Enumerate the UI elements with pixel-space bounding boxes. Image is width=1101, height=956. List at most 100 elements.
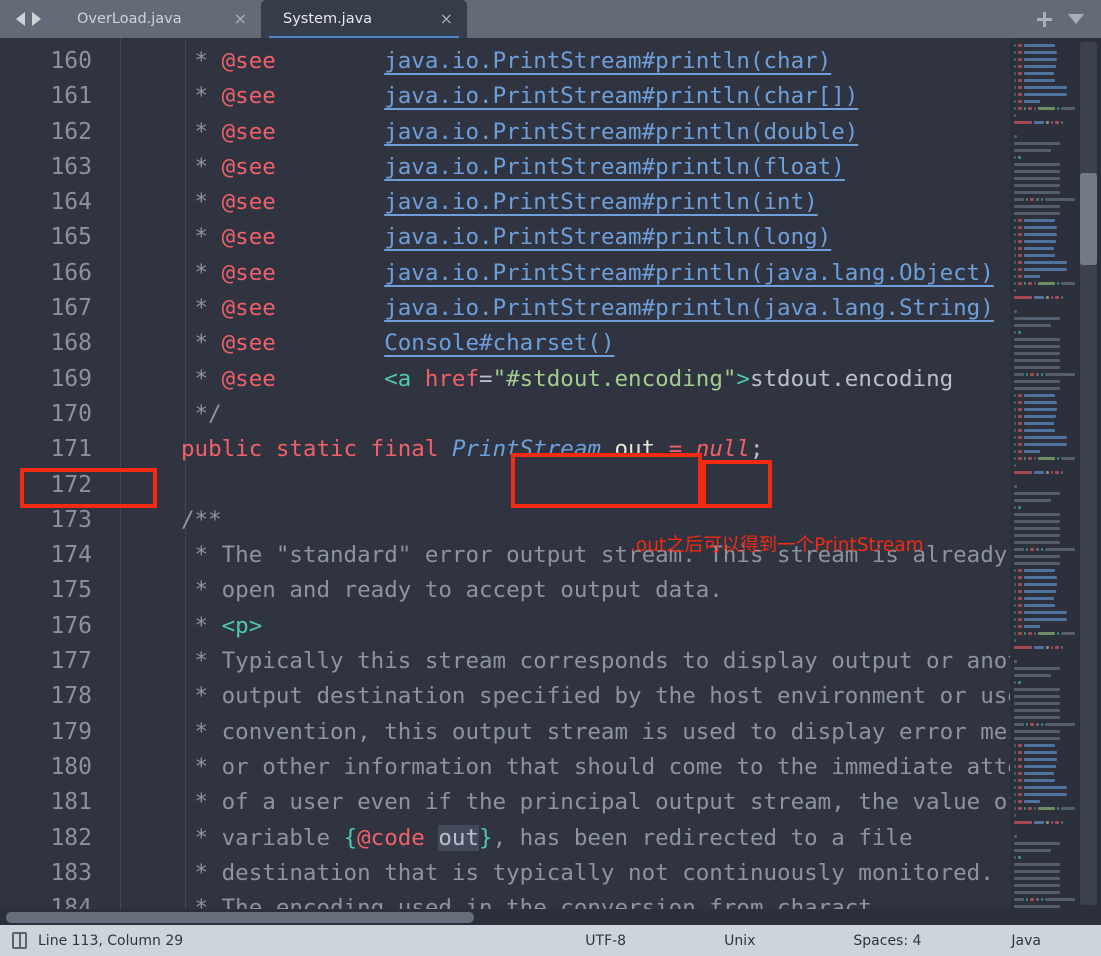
- line-number: 162: [50, 118, 92, 145]
- minimap-segment: [1023, 226, 1058, 229]
- code-line[interactable]: * Typically this stream corresponds to d…: [160, 644, 1101, 679]
- minimap-segment: [1014, 72, 1016, 75]
- code-line[interactable]: * of a user even if the principal output…: [160, 785, 1101, 820]
- close-icon[interactable]: ×: [440, 11, 453, 27]
- line-number: 170: [50, 400, 92, 427]
- minimap-segment: [1014, 807, 1016, 810]
- minimap-row: [1014, 329, 1079, 336]
- minimap-segment: [1018, 394, 1022, 397]
- minimap-scroll-track[interactable]: [1080, 42, 1097, 905]
- minimap-row: [1014, 91, 1079, 98]
- editor-window: OverLoad.java × System.java × 160 161 162 1…: [0, 0, 1101, 956]
- code-token: , has been redirected to a file: [492, 824, 913, 851]
- minimap-segment: [1023, 457, 1026, 460]
- code-token: *: [181, 224, 222, 251]
- minimap-segment: [1014, 275, 1016, 278]
- code-line[interactable]: [160, 468, 1101, 503]
- code-line[interactable]: * @see java.io.PrintStream#println(char[…: [160, 79, 1101, 114]
- minimap-scroll-thumb[interactable]: [1080, 173, 1097, 265]
- tab-system-java[interactable]: System.java ×: [261, 0, 467, 38]
- code-line[interactable]: * @see java.io.PrintStream#println(int): [160, 185, 1101, 220]
- minimap-segment: [1014, 436, 1016, 439]
- status-language[interactable]: Java: [1011, 933, 1041, 949]
- code-token: @code: [357, 824, 425, 851]
- code-line[interactable]: * @see java.io.PrintStream#println(float…: [160, 150, 1101, 185]
- minimap-segment: [1023, 51, 1058, 54]
- minimap-segment: [1014, 198, 1024, 201]
- minimap-row: [1014, 385, 1079, 392]
- code-line[interactable]: */: [160, 397, 1101, 432]
- code-line[interactable]: * <p>: [160, 609, 1101, 644]
- code-line[interactable]: * open and ready to accept output data.: [160, 573, 1101, 608]
- code-token: java.io.PrintStream#println(int): [384, 189, 818, 216]
- horizontal-scrollbar[interactable]: [0, 909, 1101, 925]
- code-token: java.io.PrintStream#println(char[]): [384, 83, 859, 110]
- minimap-segment: [1027, 107, 1032, 110]
- line-number: 174: [50, 542, 92, 569]
- code-content[interactable]: * @see java.io.PrintStream#println(char)…: [160, 38, 1101, 909]
- minimap-row: [1014, 658, 1079, 665]
- minimap-segment: [1023, 408, 1058, 411]
- tab-label: System.java: [283, 11, 373, 27]
- minimap-segment: [1014, 709, 1060, 712]
- minimap-segment: [1014, 58, 1016, 61]
- minimap-segment: [1018, 604, 1022, 607]
- book-icon[interactable]: [12, 932, 27, 949]
- status-encoding[interactable]: UTF-8: [585, 933, 626, 949]
- code-line[interactable]: public static final PrintStream out = nu…: [160, 432, 1101, 467]
- code-token: PrintStream: [451, 436, 601, 463]
- code-line[interactable]: * output destination specified by the ho…: [160, 679, 1101, 714]
- code-line[interactable]: * @see java.io.PrintStream#println(long): [160, 220, 1101, 255]
- code-line[interactable]: * @see Console#charset(): [160, 326, 1101, 361]
- code-line[interactable]: * @see <a href="#stdout.encoding">stdout…: [160, 362, 1101, 397]
- minimap-segment: [1051, 821, 1054, 824]
- code-token: * of a user even if the principal output…: [181, 789, 1021, 816]
- code-line[interactable]: * or other information that should come …: [160, 750, 1101, 785]
- status-line-ending[interactable]: Unix: [724, 933, 755, 949]
- minimap-segment: [1034, 471, 1045, 474]
- minimap-segment: [1014, 387, 1060, 390]
- minimap-segment: [1018, 156, 1021, 159]
- horizontal-scrollbar-thumb[interactable]: [6, 912, 474, 923]
- plus-icon[interactable]: [1036, 11, 1052, 27]
- minimap-segment: [1014, 870, 1060, 873]
- minimap-row: [1014, 581, 1079, 588]
- minimap-segment: [1014, 485, 1017, 488]
- code-line[interactable]: * @see java.io.PrintStream#println(char): [160, 44, 1101, 79]
- minimap-segment: [1014, 79, 1016, 82]
- minimap-segment: [1014, 415, 1016, 418]
- status-indentation[interactable]: Spaces: 4: [853, 933, 921, 949]
- code-line[interactable]: * @see java.io.PrintStream#println(java.…: [160, 256, 1101, 291]
- chevron-down-icon[interactable]: [1068, 14, 1084, 24]
- code-line[interactable]: * @see java.io.PrintStream#println(doubl…: [160, 115, 1101, 150]
- minimap-segment: [1018, 506, 1021, 509]
- minimap-segment: [1014, 849, 1052, 852]
- code-token: @see: [221, 153, 276, 180]
- minimap-row: [1014, 637, 1079, 644]
- code-minimap[interactable]: [1010, 38, 1101, 909]
- minimap-segment: [1014, 520, 1060, 523]
- code-line[interactable]: * destination that is typically not cont…: [160, 856, 1101, 891]
- tab-label: OverLoad.java: [77, 11, 182, 27]
- code-token: java.io.PrintStream#println(java.lang.Ob…: [384, 259, 994, 286]
- minimap-row: [1014, 378, 1079, 385]
- code-token: out: [438, 824, 480, 851]
- minimap-segment: [1014, 800, 1016, 803]
- minimap-segment: [1023, 450, 1040, 453]
- code-line[interactable]: * @see java.io.PrintStream#println(java.…: [160, 291, 1101, 326]
- arrow-left-icon[interactable]: [16, 12, 25, 26]
- code-line[interactable]: * variable {@code out}, has been redirec…: [160, 821, 1101, 856]
- minimap-segment: [1014, 786, 1016, 789]
- minimap-segment: [1041, 198, 1044, 201]
- minimap-segment: [1061, 821, 1064, 824]
- close-icon[interactable]: ×: [234, 11, 247, 27]
- code-line[interactable]: * convention, this output stream is used…: [160, 715, 1101, 750]
- minimap-segment: [1023, 758, 1058, 761]
- code-line[interactable]: * The encoding used in the conversion fr…: [160, 891, 1101, 909]
- arrow-right-icon[interactable]: [32, 12, 41, 26]
- code-token: @see: [221, 295, 276, 322]
- minimap-row: [1014, 105, 1079, 112]
- minimap-segment: [1014, 331, 1016, 334]
- line-number: 165: [50, 224, 92, 251]
- tab-overload-java[interactable]: OverLoad.java ×: [55, 0, 261, 38]
